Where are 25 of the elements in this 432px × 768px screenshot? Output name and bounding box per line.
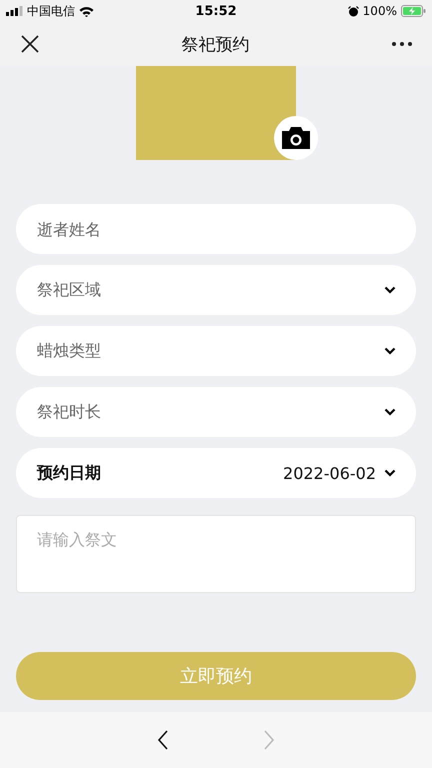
close-icon[interactable] — [21, 35, 39, 53]
signal-icon — [6, 6, 23, 16]
page-title: 祭祀预约 — [182, 34, 250, 56]
alarm-icon — [348, 6, 359, 16]
chevron-down-icon — [384, 347, 396, 355]
status-time: 15:52 — [195, 4, 237, 18]
select-field[interactable]: 蜡烛类型 — [16, 326, 416, 376]
carrier-name: 中国电信 — [27, 2, 75, 20]
date-picker[interactable]: 预约日期 2022-06-02 — [16, 448, 416, 498]
battery-charging-icon — [400, 5, 426, 17]
camera-button[interactable] — [274, 116, 318, 160]
date-value: 2022-06-02 — [283, 464, 376, 482]
more-icon[interactable] — [392, 42, 412, 46]
chevron-down-icon — [384, 286, 396, 294]
date-label: 预约日期 — [37, 462, 102, 484]
chevron-down-icon — [384, 469, 396, 477]
select-field[interactable]: 祭祀区域 — [16, 265, 416, 315]
battery-percent: 100% — [362, 4, 397, 18]
back-icon[interactable] — [157, 730, 169, 750]
select-field[interactable]: 祭祀时长 — [16, 387, 416, 437]
camera-icon — [282, 127, 310, 149]
message-field[interactable]: 请输入祭文 — [16, 515, 416, 593]
wifi-icon — [79, 6, 94, 16]
chevron-down-icon — [384, 408, 396, 416]
name-field[interactable]: 逝者姓名 — [16, 204, 416, 254]
